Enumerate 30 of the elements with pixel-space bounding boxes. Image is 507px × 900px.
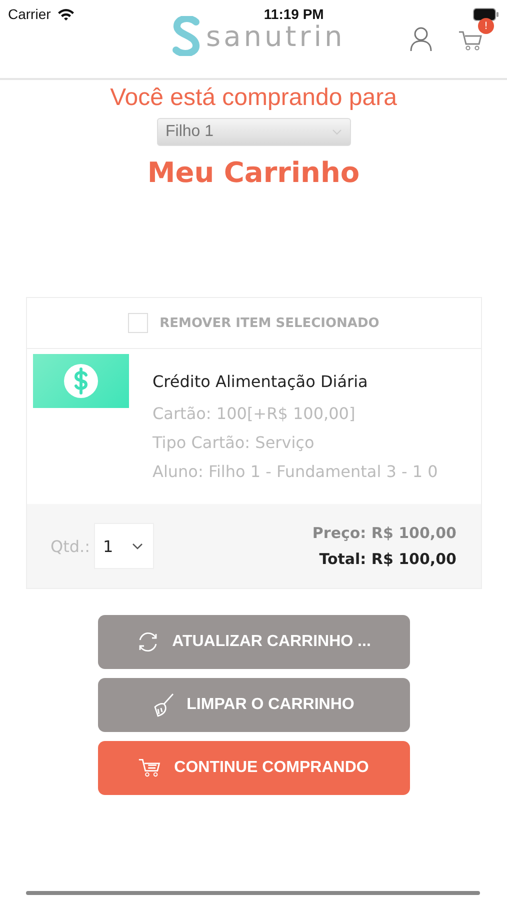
cart-icon: [138, 757, 162, 779]
product-detail: Cartão: 100[+R$ 100,00]: [152, 403, 356, 425]
chevron-down-icon: [132, 542, 143, 550]
continue-button[interactable]: CONTINUE COMPRANDO: [98, 741, 410, 795]
carrier-text: Carrier: [8, 6, 51, 22]
product-name: Crédito Alimentação Diária: [152, 372, 369, 391]
product-detail: Aluno: Filho 1 - Fundamental 3 - 1 0: [152, 461, 439, 483]
dollar-icon: [64, 364, 98, 398]
broom-icon: [152, 693, 175, 717]
buying-for-text: Você está comprando para: [110, 84, 397, 112]
wifi-icon: [56, 8, 75, 20]
logo-text: sanutrin: [206, 20, 346, 52]
cart-icon[interactable]: [458, 30, 484, 52]
clock-text: 11:19 PM: [264, 6, 324, 22]
cart-badge: !: [478, 18, 494, 34]
user-icon[interactable]: [409, 26, 433, 52]
page-title: Meu Carrinho: [147, 156, 360, 189]
dropdown-icon: [332, 129, 342, 135]
product-detail: Tipo Cartão: Serviço: [152, 432, 316, 454]
select-checkbox[interactable]: [128, 313, 148, 333]
refresh-button[interactable]: ATUALIZAR CARRINHO ...: [98, 615, 410, 669]
price-text: Preço: R$ 100,00: [312, 524, 456, 542]
remove-selected-label[interactable]: REMOVER ITEM SELECIONADO: [160, 316, 380, 330]
battery-icon: [473, 8, 499, 20]
total-text: Total: R$ 100,00: [318, 550, 456, 568]
quantity-select[interactable]: 1: [94, 523, 154, 569]
clear-button[interactable]: LIMPAR O CARRINHO: [98, 678, 410, 732]
child-select[interactable]: Filho 1: [156, 118, 350, 146]
quantity-label: Qtd.:: [50, 536, 90, 556]
logo-icon: [172, 16, 202, 56]
